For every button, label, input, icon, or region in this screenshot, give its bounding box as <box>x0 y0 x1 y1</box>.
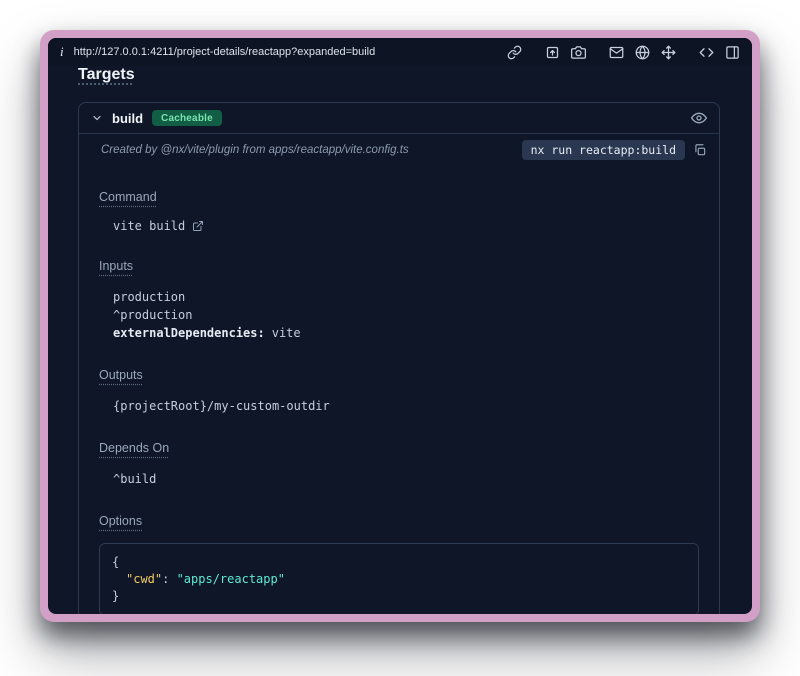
cacheable-badge: Cacheable <box>152 110 222 126</box>
address-url[interactable]: http://127.0.0.1:4211/project-details/re… <box>74 46 376 58</box>
camera-icon[interactable] <box>571 45 586 60</box>
command-value: vite build <box>113 219 185 233</box>
input-item: ^production <box>113 306 707 324</box>
json-separator: : <box>162 572 176 586</box>
code-icon[interactable] <box>699 45 714 60</box>
run-command-chip: nx run reactapp:build <box>522 140 685 160</box>
json-key: "cwd" <box>126 572 162 586</box>
info-icon: i <box>60 44 64 60</box>
page-title: Targets <box>78 66 135 84</box>
options-code-block: { "cwd": "apps/reactapp" } <box>99 543 699 614</box>
panel-icon[interactable] <box>725 45 740 60</box>
external-deps-value: vite <box>272 326 301 340</box>
build-meta-row: Created by @nx/vite/plugin from apps/rea… <box>79 134 719 170</box>
copy-icon[interactable] <box>693 143 707 157</box>
chevron-down-icon[interactable] <box>91 112 103 124</box>
target-name-build: build <box>112 111 143 126</box>
toolbar-icons <box>507 45 740 60</box>
build-header[interactable]: build Cacheable <box>79 103 719 134</box>
command-row: vite build <box>113 219 707 233</box>
move-icon[interactable] <box>661 45 676 60</box>
eye-icon[interactable] <box>691 110 707 126</box>
toolbar: i http://127.0.0.1:4211/project-details/… <box>48 38 752 66</box>
command-heading: Command <box>99 190 157 204</box>
depends-on-value: ^build <box>113 470 707 488</box>
build-body: Command vite build Inputs production ^pr… <box>79 170 719 614</box>
input-item: production <box>113 288 707 306</box>
json-string-value: "apps/reactapp" <box>177 572 285 586</box>
target-card-build: build Cacheable Created by @nx/vite/plug… <box>78 102 720 614</box>
globe-icon[interactable] <box>635 45 650 60</box>
code-line-open: { <box>112 554 686 571</box>
code-line-cwd: "cwd": "apps/reactapp" <box>112 571 686 588</box>
outputs-heading: Outputs <box>99 368 143 382</box>
inputs-heading: Inputs <box>99 259 133 273</box>
inputs-list: production ^production externalDependenc… <box>113 288 707 342</box>
input-item-external-deps: externalDependencies: vite <box>113 324 707 342</box>
window-inner: i http://127.0.0.1:4211/project-details/… <box>48 38 752 614</box>
page-content: Targets build Cacheable Created by @nx/v… <box>48 66 752 614</box>
code-line-close: } <box>112 588 686 605</box>
external-deps-label: externalDependencies: <box>113 326 265 340</box>
external-link-icon[interactable] <box>192 220 204 232</box>
created-by-text: Created by @nx/vite/plugin from apps/rea… <box>101 144 409 156</box>
export-icon[interactable] <box>545 45 560 60</box>
browser-window: i http://127.0.0.1:4211/project-details/… <box>40 30 760 622</box>
mail-icon[interactable] <box>609 45 624 60</box>
outputs-value: {projectRoot}/my-custom-outdir <box>113 397 707 415</box>
options-heading: Options <box>99 514 142 528</box>
depends-on-heading: Depends On <box>99 441 169 455</box>
link-icon[interactable] <box>507 45 522 60</box>
